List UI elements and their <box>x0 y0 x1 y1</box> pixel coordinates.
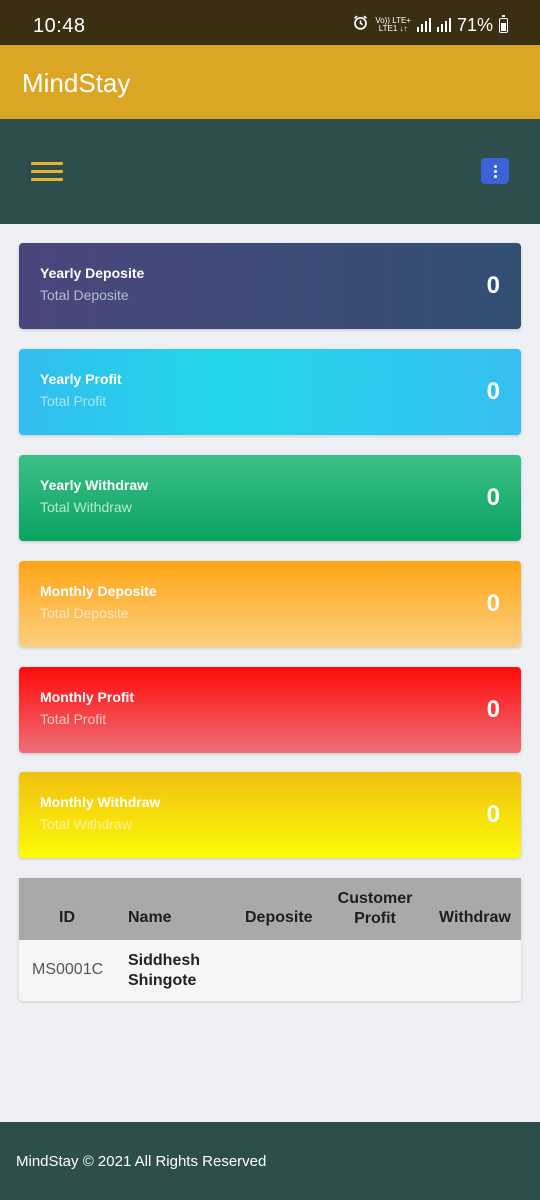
card-yearly-withdraw[interactable]: Yearly Withdraw Total Withdraw 0 <box>19 455 521 541</box>
nav-bar <box>0 119 540 224</box>
app-title: MindStay <box>22 68 131 98</box>
card-label: Yearly Withdraw <box>40 477 149 493</box>
footer-copyright: MindStay © 2021 All Rights Reserved <box>16 1153 267 1170</box>
card-value: 0 <box>486 801 500 828</box>
card-yearly-deposite[interactable]: Yearly Deposite Total Deposite 0 <box>19 243 521 329</box>
signal-icon <box>416 18 431 32</box>
card-value: 0 <box>486 696 500 723</box>
customer-table: ID Name Deposite Customer Profit Withdra… <box>19 878 521 1001</box>
card-value: 0 <box>486 272 500 299</box>
card-label: Yearly Profit <box>40 371 122 387</box>
card-label: Monthly Profit <box>40 689 135 705</box>
battery-percent: 71% <box>456 14 493 35</box>
signal-icon <box>436 18 451 32</box>
card-monthly-deposite[interactable]: Monthly Deposite Total Deposite 0 <box>19 561 521 647</box>
card-monthly-withdraw[interactable]: Monthly Withdraw Total Withdraw 0 <box>19 772 521 858</box>
status-icons: Vo)) LTE+ LTE1 ↓↑ 71% <box>352 14 508 36</box>
card-label: Monthly Deposite <box>40 583 157 599</box>
battery-icon <box>499 14 508 33</box>
column-header-name: Name <box>128 909 172 926</box>
card-value: 0 <box>486 484 500 511</box>
column-header-id: ID <box>59 909 75 926</box>
card-value: 0 <box>486 590 500 617</box>
card-label: Monthly Withdraw <box>40 794 161 810</box>
alarm-icon <box>352 14 369 36</box>
kebab-menu-icon[interactable] <box>481 158 509 184</box>
card-sublabel: Total Withdraw <box>40 499 132 515</box>
card-monthly-profit[interactable]: Monthly Profit Total Profit 0 <box>19 667 521 753</box>
network-label: Vo)) LTE+ LTE1 ↓↑ <box>375 16 411 33</box>
footer: MindStay © 2021 All Rights Reserved <box>0 1122 540 1200</box>
table-header: ID Name Deposite Customer Profit Withdra… <box>19 878 521 940</box>
card-sublabel: Total Profit <box>40 711 107 727</box>
cell-name: Siddhesh Shingote <box>128 952 201 989</box>
card-sublabel: Total Withdraw <box>40 816 132 832</box>
app-bar: MindStay <box>0 45 540 119</box>
hamburger-menu-icon[interactable] <box>31 162 63 182</box>
card-sublabel: Total Deposite <box>40 287 129 303</box>
card-label: Yearly Deposite <box>40 265 145 281</box>
cell-id: MS0001C <box>32 961 104 978</box>
card-sublabel: Total Profit <box>40 393 107 409</box>
status-bar: 10:48 Vo)) LTE+ LTE1 ↓↑ 71% <box>0 0 540 45</box>
column-header-customer-profit: Customer Profit <box>337 890 413 927</box>
column-header-deposite: Deposite <box>245 909 313 926</box>
column-header-withdraw: Withdraw <box>439 909 511 926</box>
card-yearly-profit[interactable]: Yearly Profit Total Profit 0 <box>19 349 521 435</box>
card-sublabel: Total Deposite <box>40 605 129 621</box>
status-time: 10:48 <box>33 15 86 37</box>
card-value: 0 <box>486 378 500 405</box>
